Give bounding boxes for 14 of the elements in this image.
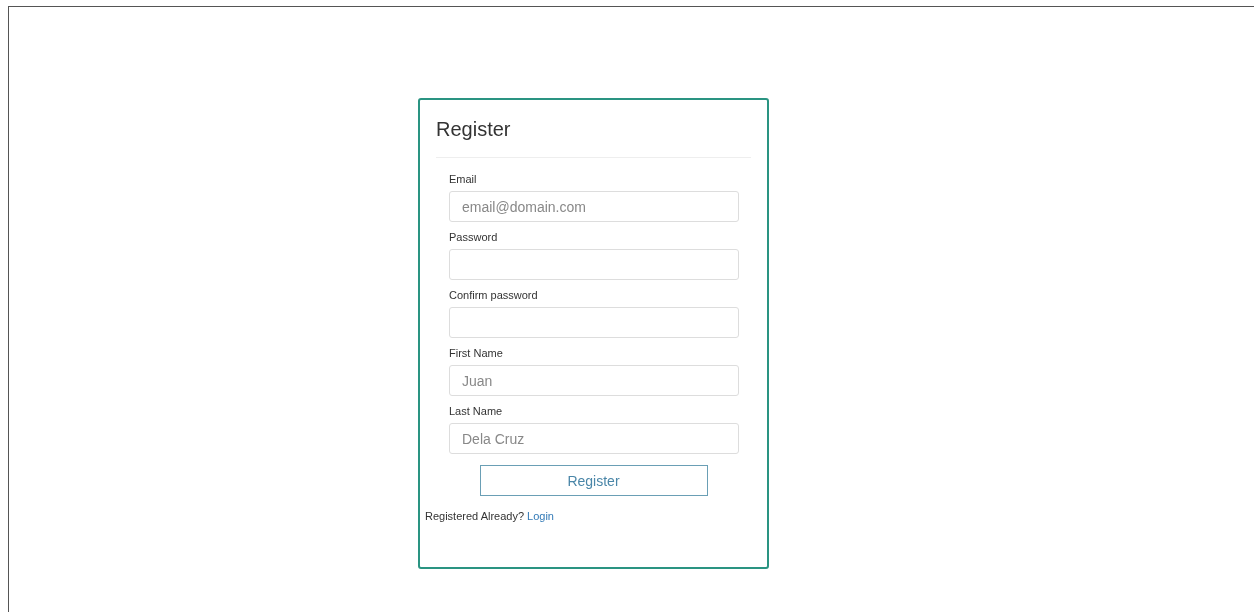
- input-field[interactable]: Juan: [449, 365, 739, 396]
- field-label: Confirm password: [449, 288, 539, 303]
- input-field[interactable]: [449, 249, 739, 280]
- field-label: First Name: [449, 346, 504, 361]
- login-link[interactable]: Login: [527, 510, 554, 522]
- footer-text: Registered Already?: [425, 510, 525, 522]
- field-label: Password: [449, 230, 499, 245]
- input-field[interactable]: email@domain.com: [449, 191, 739, 222]
- register-button[interactable]: Register: [479, 465, 708, 496]
- input-field[interactable]: Dela Cruz: [449, 423, 739, 454]
- input-field[interactable]: [449, 307, 739, 338]
- form-title: Register: [436, 118, 512, 142]
- field-label: Email: [449, 172, 478, 187]
- field-label: Last Name: [449, 404, 504, 419]
